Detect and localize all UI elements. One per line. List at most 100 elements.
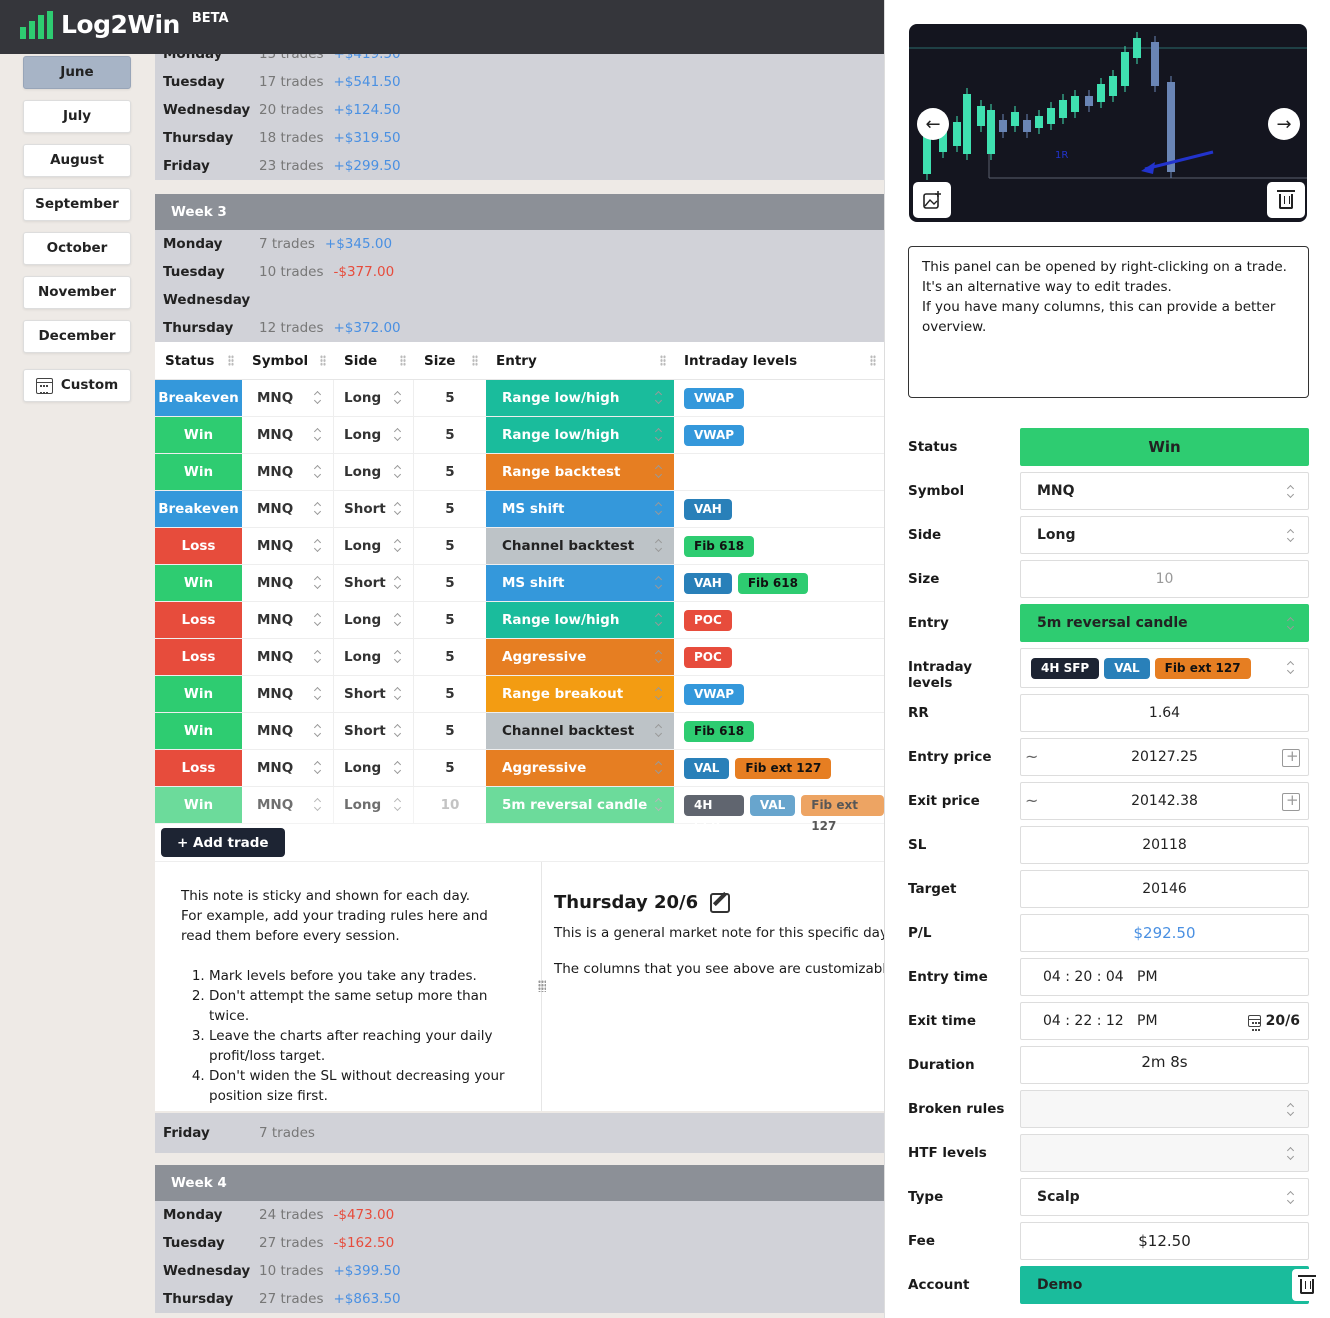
entry-select[interactable]: Channel backtest [486,713,674,749]
status-select[interactable]: Win [1020,428,1309,466]
size-input[interactable]: 5 [414,565,486,601]
symbol-select[interactable]: MNQ [242,602,334,638]
previous-image-button[interactable]: ← [917,108,949,140]
trade-row[interactable]: Win MNQ Short 5 Channel backtest Fib 618 [155,713,884,750]
account-select[interactable]: Demo [1020,1266,1322,1304]
day-row[interactable]: Friday 23 trades +$299.50 [155,152,884,180]
side-select[interactable]: Long [334,787,414,823]
symbol-select[interactable]: MNQ [242,528,334,564]
entry-select[interactable]: Range breakout [486,676,674,712]
intraday-levels-cell[interactable]: VAL Fib ext 127 [674,750,884,786]
size-input[interactable]: 5 [414,713,486,749]
exit-time-input[interactable]: 04 : 22 : 12 PM 20/6 [1020,1002,1309,1040]
status-cell[interactable]: Win [155,676,242,712]
side-select[interactable]: Short [334,565,414,601]
status-cell[interactable]: Loss [155,602,242,638]
side-select[interactable]: Long [334,750,414,786]
intraday-levels-cell[interactable]: 4H SFP VAL Fib ext 127 [674,787,884,833]
day-row[interactable]: Wednesday [155,286,884,314]
trade-row[interactable]: Breakeven MNQ Short 5 MS shift VAH [155,491,884,528]
day-row[interactable]: Tuesday 27 trades -$162.50 [155,1229,884,1257]
column-header-status[interactable]: Status [155,342,242,379]
entry-select[interactable]: MS shift [486,491,674,527]
symbol-select[interactable]: MNQ [242,380,334,416]
rr-input[interactable]: 1.64 [1020,694,1309,732]
status-cell[interactable]: Breakeven [155,380,242,416]
entry-select[interactable]: 5m reversal candle [486,787,674,823]
app-logo[interactable]: Log2Win BETA [20,10,229,39]
delete-trade-button[interactable] [1292,1269,1322,1301]
entry-select[interactable]: Aggressive [486,750,674,786]
intraday-levels-cell[interactable]: Fib 618 [674,713,884,749]
type-select[interactable]: Scalp [1020,1178,1309,1216]
month-button-june[interactable]: June [23,56,131,89]
intraday-levels-cell[interactable]: POC [674,602,884,638]
intraday-levels-cell[interactable]: VAH Fib 618 [674,565,884,601]
symbol-select[interactable]: MNQ [242,713,334,749]
size-input[interactable]: 5 [414,602,486,638]
day-row[interactable]: Thursday 27 trades +$863.50 [155,1285,884,1313]
delete-image-button[interactable] [1267,182,1305,218]
status-cell[interactable]: Win [155,417,242,453]
sl-input[interactable]: 20118 [1020,826,1309,864]
side-select[interactable]: Long [334,417,414,453]
intraday-levels-cell[interactable]: VWAP [674,676,884,712]
intraday-levels-cell[interactable] [674,454,884,490]
symbol-select[interactable]: MNQ [242,565,334,601]
intraday-levels-cell[interactable]: VAH [674,491,884,527]
size-input[interactable]: 5 [414,528,486,564]
column-drag-handle[interactable] [660,355,666,366]
column-header-side[interactable]: Side [334,342,414,379]
side-select[interactable]: Long [1020,516,1309,554]
column-header-intraday-levels[interactable]: Intraday levels [674,342,884,379]
month-button-november[interactable]: November [23,276,131,309]
trade-row[interactable]: Win MNQ Short 5 Range breakout VWAP [155,676,884,713]
size-input[interactable]: 5 [414,454,486,490]
column-drag-handle[interactable] [472,355,478,366]
trade-row[interactable]: Loss MNQ Long 5 Aggressive VAL Fib ext 127 [155,750,884,787]
status-cell[interactable]: Win [155,565,242,601]
size-input[interactable]: 10 [414,787,486,823]
entry-select[interactable]: MS shift [486,565,674,601]
intraday-levels-cell[interactable]: VWAP [674,380,884,416]
symbol-select[interactable]: MNQ [242,676,334,712]
day-row[interactable]: Tuesday 10 trades -$377.00 [155,258,884,286]
side-select[interactable]: Long [334,602,414,638]
htf-levels-select[interactable] [1020,1134,1309,1172]
day-row[interactable]: Monday 24 trades -$473.00 [155,1201,884,1229]
entry-select[interactable]: Range low/high [486,602,674,638]
week-4-header[interactable]: Week 4 [155,1165,884,1201]
exit-price-input[interactable]: ~20142.38 [1020,782,1309,820]
size-input[interactable]: 10 [1020,560,1309,598]
status-cell[interactable]: Breakeven [155,491,242,527]
status-cell[interactable]: Loss [155,750,242,786]
symbol-select[interactable]: MNQ [1020,472,1309,510]
add-execution-icon[interactable] [1282,747,1300,767]
size-input[interactable]: 5 [414,491,486,527]
intraday-levels-cell[interactable]: POC [674,639,884,675]
pl-input[interactable]: $292.50 [1020,914,1309,952]
size-input[interactable]: 5 [414,417,486,453]
target-input[interactable]: 20146 [1020,870,1309,908]
column-drag-handle[interactable] [320,355,326,366]
symbol-select[interactable]: MNQ [242,639,334,675]
month-button-december[interactable]: December [23,320,131,353]
size-input[interactable]: 5 [414,750,486,786]
trade-note-textarea[interactable]: This panel can be opened by right-clicki… [908,246,1309,398]
next-image-button[interactable]: → [1268,108,1300,140]
day-row[interactable]: Wednesday 10 trades +$399.50 [155,1257,884,1285]
column-header-symbol[interactable]: Symbol [242,342,334,379]
month-button-july[interactable]: July [23,100,131,133]
day-row[interactable]: Monday 7 trades +$345.00 [155,230,884,258]
side-select[interactable]: Short [334,713,414,749]
day-row[interactable]: Wednesday 20 trades +$124.50 [155,96,884,124]
size-input[interactable]: 5 [414,380,486,416]
trade-row[interactable]: Win MNQ Short 5 MS shift VAH Fib 618 [155,565,884,602]
intraday-levels-cell[interactable]: VWAP [674,417,884,453]
day-row[interactable]: Thursday 18 trades +$319.50 [155,124,884,152]
side-select[interactable]: Short [334,676,414,712]
add-trade-button[interactable]: + Add trade [161,828,285,857]
symbol-select[interactable]: MNQ [242,454,334,490]
month-button-september[interactable]: September [23,188,131,221]
entry-select[interactable]: Range backtest [486,454,674,490]
